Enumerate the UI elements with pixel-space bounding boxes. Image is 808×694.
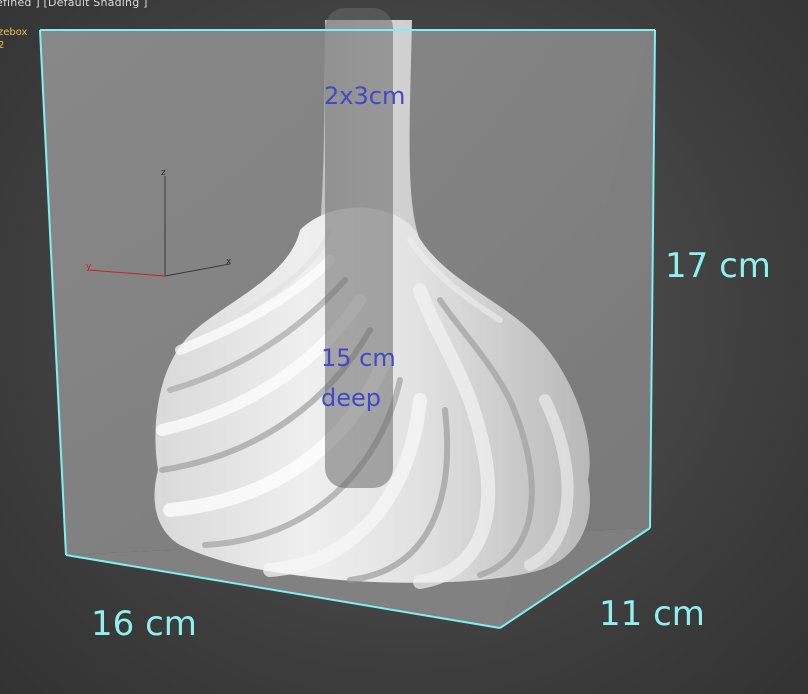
opening-size-label: 2x3cm [324,82,406,110]
height-dimension-label: 17 cm [665,246,771,286]
cavity-depth-value: 15 cm [321,344,396,372]
width-dimension-label: 16 cm [91,604,197,644]
cavity-depth-text: deep [321,384,381,412]
axis-z-label: z [161,168,166,178]
cavity-depth-label: 15 cm deep [321,338,396,418]
axis-y-label: y [86,262,92,272]
axis-x-label: x [226,257,232,267]
depth-dimension-label: 11 cm [599,594,705,634]
3d-viewport[interactable]: efined ] [Default Shading ] zebox 2 z x … [0,0,808,694]
